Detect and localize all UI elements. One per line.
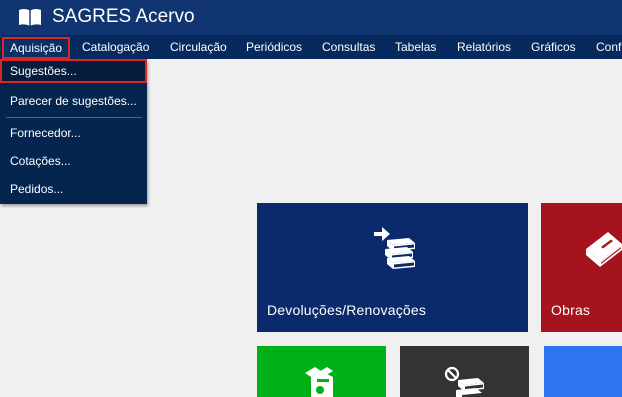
aquisicao-dropdown-menu: Sugestões... Parecer de sugestões... For… [0,59,147,204]
tile-label-obras: Obras [551,302,591,318]
tile-devolucoes-renovacoes[interactable]: Devoluções/Renovações [257,203,528,332]
menu-item-catalogacao[interactable]: Catalogação [82,35,149,59]
menu-item-circulacao[interactable]: Circulação [170,35,227,59]
dropdown-item-sugestoes[interactable]: Sugestões... [0,59,147,83]
open-book-logo-icon [19,9,41,26]
title-bar: SAGRES Acervo [0,0,622,35]
tile-blue[interactable] [544,346,622,397]
menu-item-conf[interactable]: Conf [596,35,621,59]
menu-bar: Aquisição Catalogação Circulação Periódi… [0,35,622,59]
menu-item-graficos[interactable]: Gráficos [531,35,576,59]
menu-item-periodicos[interactable]: Periódicos [246,35,302,59]
menu-item-tabelas[interactable]: Tabelas [395,35,436,59]
tile-dark[interactable] [400,346,529,397]
books-blocked-icon [444,366,484,397]
dropdown-item-parecer-de-sugestoes[interactable]: Parecer de sugestões... [0,89,147,113]
dropdown-divider [6,117,142,118]
menu-item-consultas[interactable]: Consultas [322,35,375,59]
tile-label-devolucoes-renovacoes: Devoluções/Renovações [267,302,427,318]
menu-item-relatorios[interactable]: Relatórios [457,35,511,59]
books-return-icon [374,227,415,269]
app-title: SAGRES Acervo [52,6,195,27]
book-icon [586,232,622,267]
tile-obras[interactable]: Obras [541,203,622,332]
book-alt-icon [305,367,333,397]
menu-item-aquisicao[interactable]: Aquisição [2,37,71,59]
dropdown-item-fornecedor[interactable]: Fornecedor... [0,121,147,145]
dropdown-item-cotacoes[interactable]: Cotações... [0,149,147,173]
tile-green[interactable] [257,346,386,397]
dropdown-item-pedidos[interactable]: Pedidos... [0,177,147,201]
